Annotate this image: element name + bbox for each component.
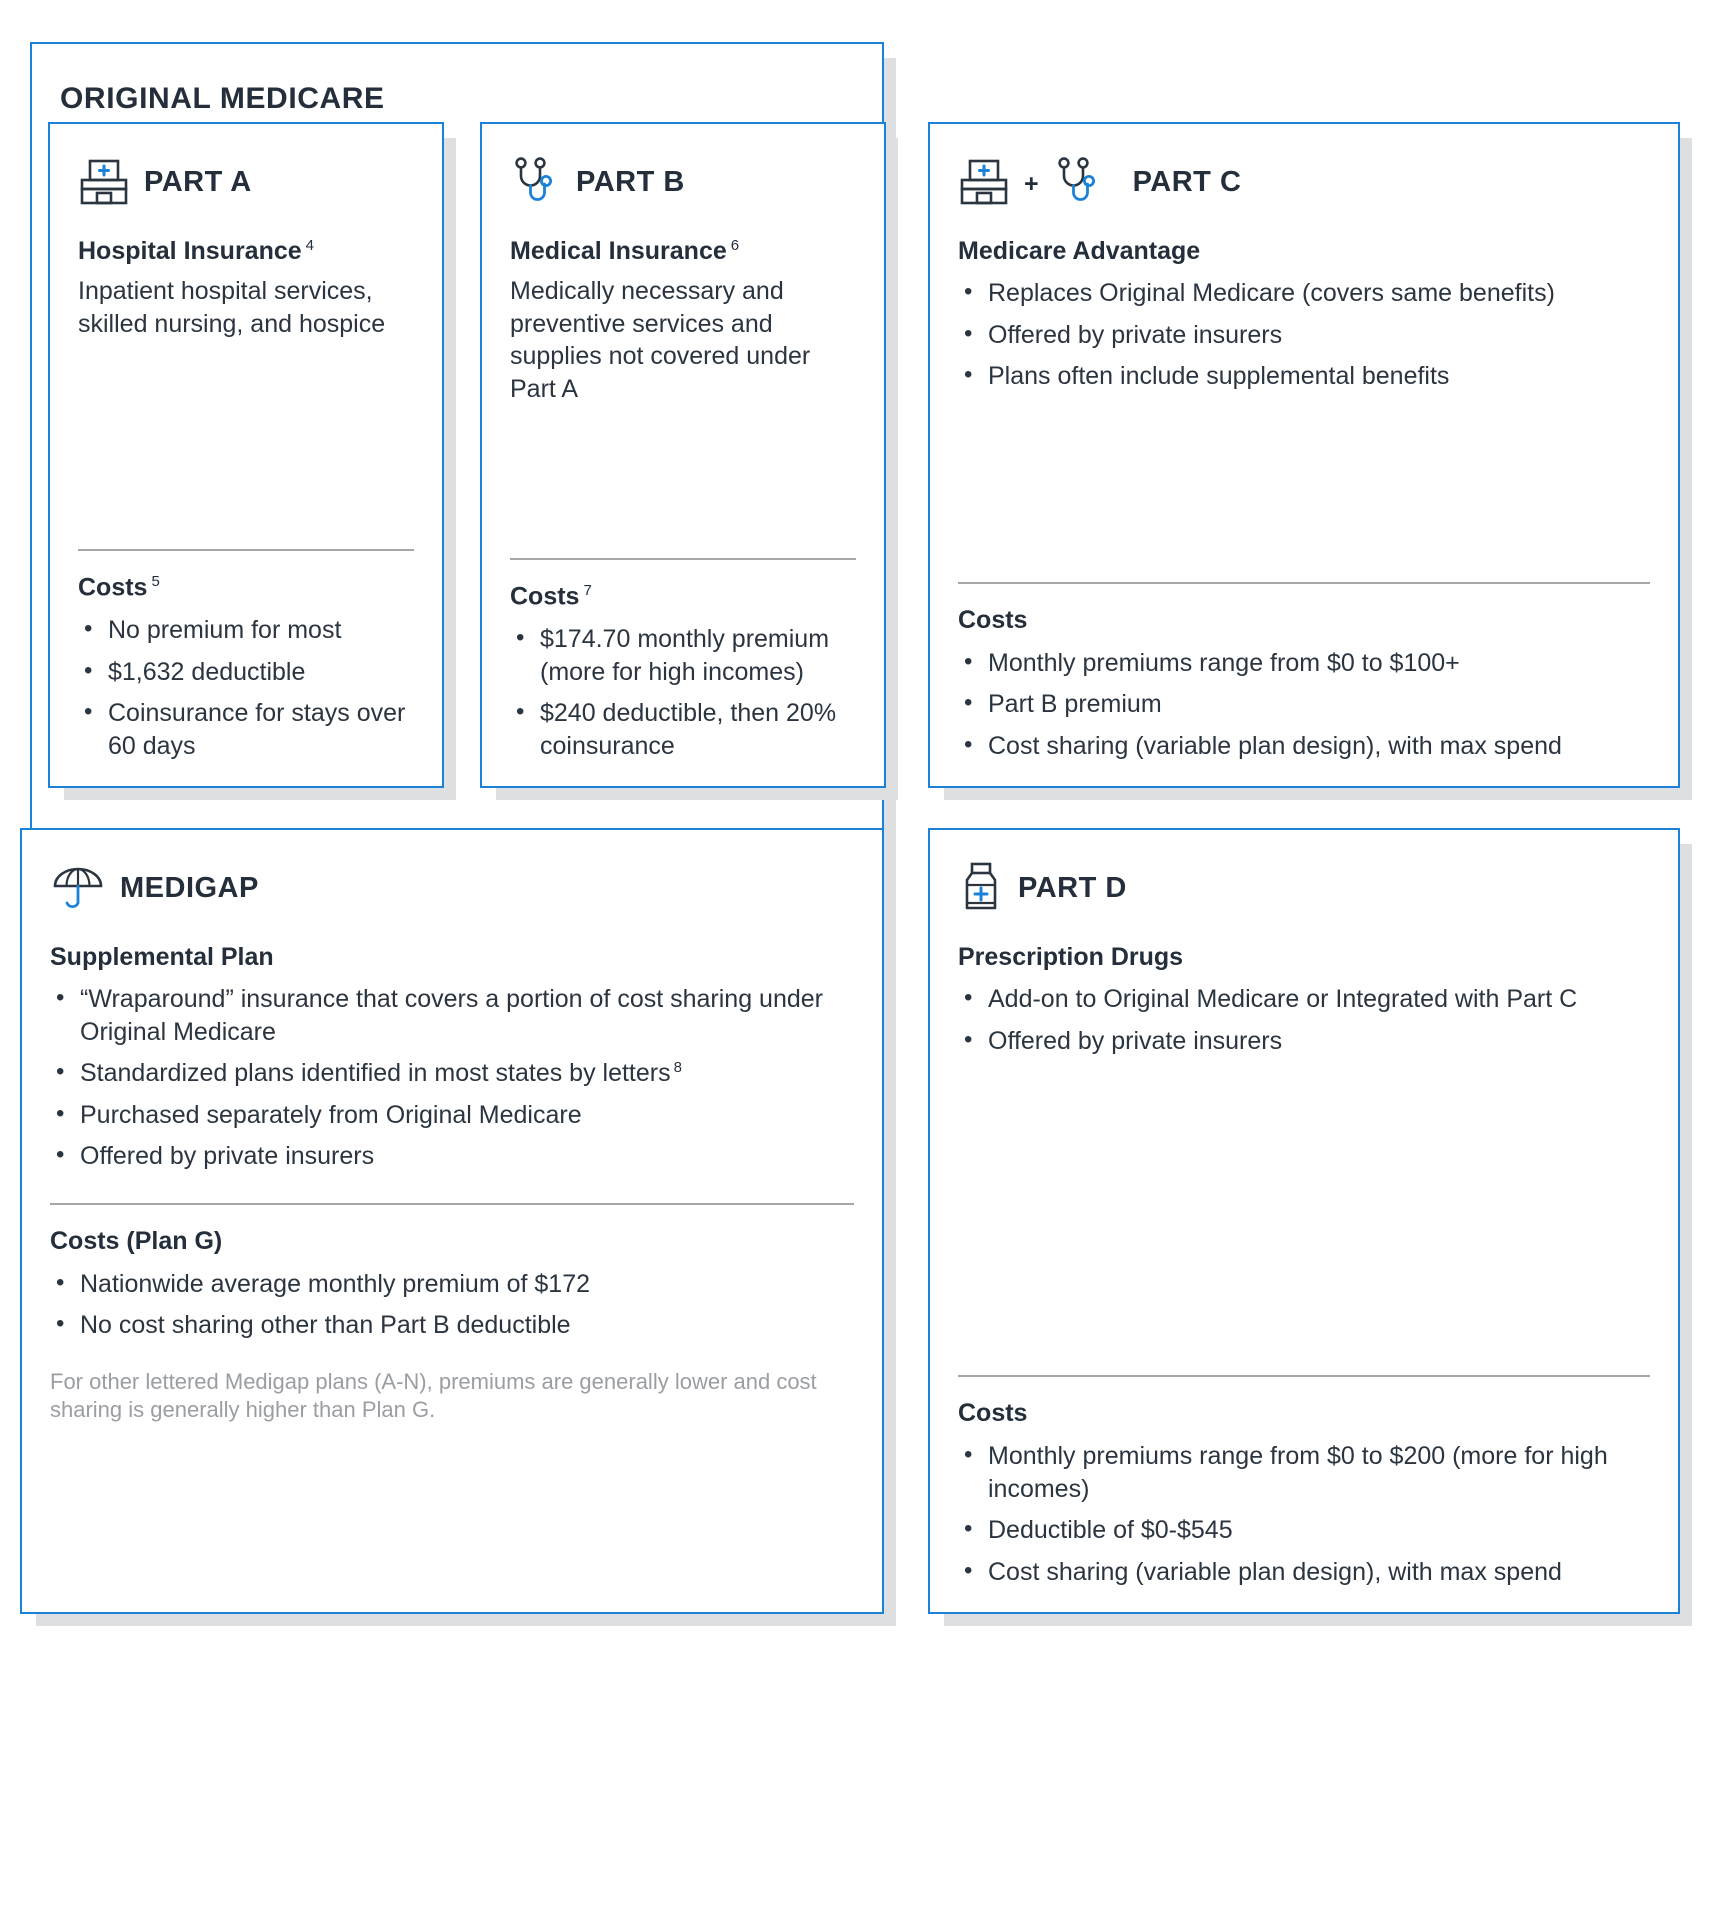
hospital-icon [958, 157, 1010, 207]
infographic-canvas: ORIGINAL MEDICARE PART A Hospital Insura… [0, 0, 1709, 1930]
part-d-benefits-list: Add-on to Original Medicare or Integrate… [958, 982, 1650, 1058]
part-c-benefits-list: Replaces Original Medicare (covers same … [958, 276, 1650, 393]
part-a-description: Inpatient hospital services, skilled nur… [78, 277, 386, 338]
part-b-costs-title: Costs 7 [510, 581, 592, 610]
list-item: Monthly premiums range from $0 to $200 (… [958, 1439, 1650, 1505]
medigap-footnote: For other lettered Medigap plans (A-N), … [50, 1368, 817, 1423]
list-item: Nationwide average monthly premium of $1… [50, 1267, 854, 1301]
part-d-divider [958, 1375, 1650, 1377]
plus-separator-icon: + [1024, 169, 1039, 198]
part-b-card: PART B Medical Insurance 6 Medically nece… [480, 122, 886, 788]
list-item: Replaces Original Medicare (covers same … [958, 276, 1650, 310]
part-b-divider [510, 557, 856, 560]
part-b-costs-list: $174.70 monthly premium (more for high i… [510, 622, 856, 762]
list-item: Cost sharing (variable plan design), wit… [958, 729, 1650, 763]
part-a-costs-list: No premium for most $1,632 deductible Co… [78, 613, 414, 762]
list-item: Standardized plans identified in most st… [50, 1056, 854, 1090]
pill-bottle-icon [958, 861, 1004, 915]
list-item: $240 deductible, then 20% coinsurance [510, 696, 856, 762]
part-d-card: PART D Prescription Drugs Add-on to Orig… [928, 828, 1680, 1614]
part-b-header: PART B [510, 154, 856, 210]
part-b-heading-footnote: 6 [730, 236, 740, 254]
medigap-costs-list: Nationwide average monthly premium of $1… [50, 1267, 854, 1342]
list-item: Deductible of $0-$545 [958, 1513, 1650, 1547]
part-c-label: PART C [1132, 165, 1242, 198]
medigap-bullet-footnote: 8 [673, 1058, 682, 1076]
stethoscope-icon [510, 156, 562, 208]
list-item: Offered by private insurers [958, 318, 1650, 352]
part-d-costs-title: Costs [958, 1399, 1028, 1427]
part-b-costs-footnote: 7 [583, 581, 592, 599]
part-c-costs-list: Monthly premiums range from $0 to $100+ … [958, 646, 1650, 763]
part-c-heading: Medicare Advantage [958, 237, 1201, 265]
part-a-divider [78, 548, 414, 551]
list-item: Offered by private insurers [50, 1139, 854, 1173]
part-b-heading: Medical Insurance 6 [510, 236, 740, 265]
part-c-header: + PART C [958, 154, 1650, 210]
list-item: Offered by private insurers [958, 1024, 1650, 1058]
list-item: No premium for most [78, 613, 414, 647]
part-a-card: PART A Hospital Insurance 4 Inpatient hos… [48, 122, 444, 788]
part-a-header: PART A [78, 154, 414, 210]
part-c-card: + PART C Medicare Advantage Replaces Ori… [928, 122, 1680, 788]
list-item: “Wraparound” insurance that covers a por… [50, 982, 854, 1048]
stethoscope-icon [1053, 156, 1105, 208]
original-medicare-title: ORIGINAL MEDICARE [60, 82, 385, 115]
list-item: Purchased separately from Original Medic… [50, 1098, 854, 1132]
medigap-card: MEDIGAP Supplemental Plan “Wraparound” i… [20, 828, 884, 1614]
part-c-divider [958, 581, 1650, 584]
part-b-label: PART B [576, 165, 685, 198]
list-item: Part B premium [958, 687, 1650, 721]
list-item: Monthly premiums range from $0 to $100+ [958, 646, 1650, 680]
medigap-benefits-list: “Wraparound” insurance that covers a por… [50, 982, 854, 1173]
part-d-heading: Prescription Drugs [958, 943, 1184, 971]
medigap-label: MEDIGAP [120, 871, 259, 904]
part-a-costs-footnote: 5 [151, 572, 160, 590]
list-item: Cost sharing (variable plan design), wit… [958, 1555, 1650, 1589]
part-a-label: PART A [144, 165, 252, 198]
list-item: Coinsurance for stays over 60 days [78, 696, 414, 762]
umbrella-icon [50, 860, 106, 916]
part-b-description: Medically necessary and preventive servi… [510, 277, 811, 403]
medigap-header: MEDIGAP [50, 860, 854, 916]
medigap-divider [50, 1202, 854, 1205]
part-d-header: PART D [958, 860, 1650, 916]
list-item: Add-on to Original Medicare or Integrate… [958, 982, 1650, 1016]
part-c-costs-title: Costs [958, 605, 1028, 634]
part-d-costs-list: Monthly premiums range from $0 to $200 (… [958, 1439, 1650, 1589]
part-a-heading-footnote: 4 [305, 236, 315, 254]
medigap-heading: Supplemental Plan [50, 943, 274, 971]
list-item: $174.70 monthly premium (more for high i… [510, 622, 856, 688]
list-item: Plans often include supplemental benefit… [958, 359, 1650, 393]
list-item: No cost sharing other than Part B deduct… [50, 1308, 854, 1342]
list-item: $1,632 deductible [78, 655, 414, 689]
part-d-label: PART D [1018, 871, 1127, 904]
part-a-costs-title: Costs 5 [78, 572, 160, 601]
part-a-heading: Hospital Insurance 4 [78, 236, 315, 265]
hospital-icon [78, 157, 130, 207]
medigap-costs-title: Costs (Plan G) [50, 1226, 223, 1255]
